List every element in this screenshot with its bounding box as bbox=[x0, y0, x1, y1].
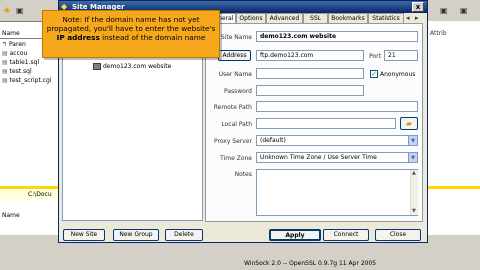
password-label: Password bbox=[223, 88, 252, 95]
path-bar[interactable]: C:\Docu bbox=[0, 190, 58, 199]
time-zone-label: Time Zone bbox=[220, 155, 252, 162]
chevron-down-icon[interactable]: ▼ bbox=[408, 153, 417, 162]
new-group-button[interactable]: New Group bbox=[113, 229, 159, 241]
connect-button[interactable]: Connect bbox=[323, 229, 369, 241]
anonymous-label: Anonymous bbox=[380, 71, 416, 78]
highlight-bar bbox=[0, 186, 58, 189]
port-input[interactable]: 21 bbox=[384, 50, 418, 61]
toolbar-icon-right-1[interactable]: ▣ bbox=[440, 6, 448, 15]
port-label: Port bbox=[369, 53, 381, 60]
username-input[interactable] bbox=[256, 68, 364, 79]
close-icon[interactable]: x bbox=[412, 2, 424, 12]
up-folder-icon: ↰ bbox=[2, 41, 8, 48]
file-icon: ▤ bbox=[2, 68, 8, 75]
chevron-down-icon[interactable]: ▼ bbox=[408, 136, 417, 145]
file-icon: ▤ bbox=[2, 50, 8, 57]
scroll-up-icon[interactable]: ▲ bbox=[412, 170, 416, 176]
highlight-bar-right bbox=[428, 186, 480, 189]
address-button[interactable]: Address bbox=[218, 50, 251, 61]
right-column-header[interactable]: Attrib bbox=[430, 30, 447, 37]
username-label: User Name bbox=[218, 71, 252, 78]
tree-item-site[interactable]: demo123.com website bbox=[103, 63, 171, 70]
note-line-1: Note: If the domain name has not yet bbox=[62, 15, 200, 24]
anonymous-checkbox[interactable]: ✓ bbox=[370, 70, 378, 78]
computer-icon bbox=[93, 63, 101, 70]
right-file-pane bbox=[428, 21, 480, 270]
open-folder-icon: ▰ bbox=[405, 119, 413, 128]
site-name-input[interactable]: demo123.com website bbox=[256, 31, 418, 42]
file-list-item[interactable]: ▤ table1.sql bbox=[2, 59, 39, 66]
close-button[interactable]: Close bbox=[375, 229, 421, 241]
left-column-header[interactable]: Name bbox=[2, 30, 20, 37]
toolbar-icon-right-2[interactable]: ▣ bbox=[460, 6, 468, 15]
annotation-note: Note: If the domain name has not yet pro… bbox=[42, 10, 220, 58]
file-list-item[interactable]: ▤ test_script.cgi bbox=[2, 77, 52, 84]
proxy-server-label: Proxy Server bbox=[213, 138, 252, 145]
file-icon: ▤ bbox=[2, 59, 8, 66]
time-zone-select[interactable]: Unknown Time Zone / Use Server Time ▼ bbox=[256, 152, 418, 163]
tab-scroll-left-icon[interactable]: ◂ bbox=[406, 14, 410, 22]
general-panel: Site Name demo123.com website Address ft… bbox=[205, 23, 423, 222]
note-line-2: propagated, you'll have to enter the web… bbox=[46, 24, 216, 33]
delete-button[interactable]: Delete bbox=[165, 229, 203, 241]
notes-textarea[interactable] bbox=[256, 169, 418, 216]
note-line-3: IP address instead of the domain name bbox=[56, 33, 206, 42]
remote-path-label: Remote Path bbox=[213, 104, 252, 111]
folder-icon[interactable]: ▣ bbox=[16, 6, 24, 15]
tab-scroll-right-icon[interactable]: ▸ bbox=[415, 14, 419, 22]
address-input[interactable]: ftp.demo123.com bbox=[256, 50, 364, 61]
status-text: WinSock 2.0 -- OpenSSL 0.9.7g 11 Apr 200… bbox=[244, 260, 377, 267]
local-path-input[interactable] bbox=[256, 118, 396, 129]
scroll-down-icon[interactable]: ▼ bbox=[412, 208, 416, 214]
apply-button[interactable]: Apply bbox=[269, 229, 321, 241]
new-site-button[interactable]: New Site bbox=[63, 229, 105, 241]
notes-scrollbar[interactable]: ▲ ▼ bbox=[410, 170, 418, 215]
remote-path-input[interactable] bbox=[256, 101, 418, 112]
file-list-item[interactable]: ▤ test.sql bbox=[2, 68, 32, 75]
notes-label: Notes bbox=[234, 171, 252, 178]
note-bold-text: IP address bbox=[56, 33, 100, 42]
lower-column-header[interactable]: Name bbox=[2, 212, 20, 219]
file-list-item[interactable]: ↰ Paren bbox=[2, 41, 26, 48]
proxy-server-select[interactable]: (default) ▼ bbox=[256, 135, 418, 146]
file-list-item[interactable]: ▤ accou bbox=[2, 50, 27, 57]
local-path-label: Local Path bbox=[221, 121, 252, 128]
star-icon[interactable]: ★ bbox=[3, 6, 11, 16]
browse-button[interactable]: ▰ bbox=[400, 117, 418, 130]
password-input[interactable] bbox=[256, 85, 364, 96]
file-icon: ▤ bbox=[2, 77, 8, 84]
